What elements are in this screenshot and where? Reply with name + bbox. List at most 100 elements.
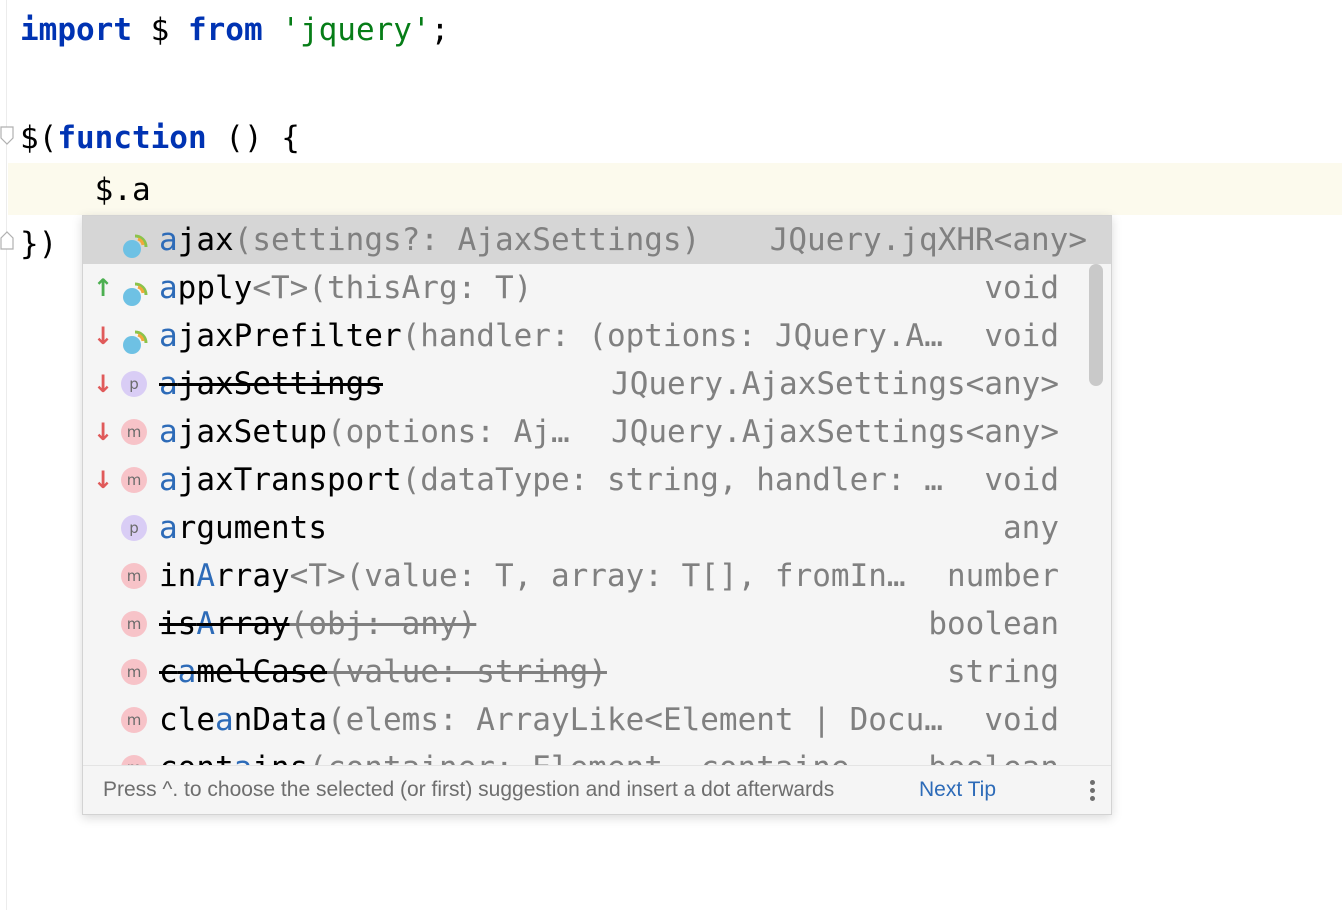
completion-item-type: any — [1003, 510, 1059, 546]
method-icon: m — [121, 419, 147, 445]
name-part: in — [159, 558, 197, 594]
completion-item-name: ajaxSettings — [159, 360, 383, 408]
name-part: jax — [177, 222, 234, 258]
code-line[interactable]: $.a — [20, 164, 151, 216]
completion-list[interactable]: ajax(settings?: AjaxSettings) JQuery.jqXH… — [83, 216, 1111, 768]
function-icon — [121, 227, 148, 258]
name-part: nData — [233, 702, 327, 738]
code-token: }) — [20, 226, 58, 262]
completion-item-name: cleanData(elems: ArrayLike<Element | Doc… — [159, 696, 943, 744]
completion-item[interactable]: ↑ apply<T>(thisArg: T) void — [83, 264, 1111, 312]
completion-item[interactable]: ↓ m ajaxSetup(options: Aj… JQuery.AjaxSetti… — [83, 408, 1111, 456]
completion-item-type: void — [984, 702, 1059, 738]
matched-prefix: a — [159, 366, 178, 402]
method-icon: m — [121, 563, 147, 589]
more-options-icon[interactable] — [1085, 778, 1099, 804]
matched-prefix: a — [215, 702, 234, 738]
completion-item-name: arguments — [159, 504, 327, 552]
method-icon: m — [121, 611, 147, 637]
name-part: c — [159, 654, 178, 690]
code-token: $.a — [20, 172, 151, 208]
completion-item-type: string — [947, 654, 1059, 690]
completion-item-type: boolean — [928, 606, 1059, 642]
completion-item[interactable]: m camelCase(value: string) string — [83, 648, 1111, 696]
name-part: jaxPrefilter — [177, 318, 402, 354]
completion-item[interactable]: m cleanData(elems: ArrayLike<Element | Do… — [83, 696, 1111, 744]
name-part: jaxTransport — [177, 462, 402, 498]
matched-prefix: a — [159, 462, 178, 498]
completion-item-type: JQuery.AjaxSettings<any> — [611, 366, 1059, 402]
property-icon: p — [121, 515, 147, 541]
completion-item-signature: <T>(thisArg: T) — [252, 270, 533, 306]
name-part: cle — [159, 702, 215, 738]
completion-item-signature: (dataType: string, handler: … — [401, 462, 943, 498]
completion-item[interactable]: ↓ p ajaxSettings JQuery.AjaxSettings<any> — [83, 360, 1111, 408]
priority-down-icon: ↓ — [93, 370, 114, 398]
completion-item-type: number — [947, 558, 1059, 594]
completion-item-signature: (settings?: AjaxSettings) — [233, 222, 701, 258]
priority-down-icon: ↓ — [93, 322, 114, 350]
priority-up-icon: ↑ — [93, 274, 114, 302]
code-line[interactable]: }) — [20, 218, 57, 270]
code-token: $( — [20, 120, 58, 156]
completion-item-signature: (value: string) — [327, 654, 607, 690]
completion-item-name: ajaxPrefilter(handler: (options: JQuery.… — [159, 312, 943, 360]
completion-item-name: ajaxSetup(options: Aj… — [159, 408, 570, 456]
fold-end-marker-icon[interactable] — [0, 230, 14, 250]
current-line-highlight — [8, 163, 1342, 215]
completion-item[interactable]: m isArray(obj: any) boolean — [83, 600, 1111, 648]
code-line[interactable]: import $ from 'jquery'; — [20, 4, 449, 56]
completion-item[interactable]: ↓ m ajaxTransport(dataType: string, handle… — [83, 456, 1111, 504]
name-part: pply — [177, 270, 253, 306]
completion-item[interactable]: p arguments any — [83, 504, 1111, 552]
matched-prefix: a — [159, 510, 178, 546]
name-part: jaxSetup — [177, 414, 327, 450]
code-token: () { — [206, 120, 300, 156]
keyword-token: function — [57, 120, 207, 156]
matched-prefix: a — [159, 222, 178, 258]
completion-item-signature: (obj: any) — [289, 606, 477, 642]
name-part: melCase — [196, 654, 327, 690]
name-part: rguments — [177, 510, 327, 546]
matched-prefix: A — [196, 558, 215, 594]
fold-marker-icon[interactable] — [0, 126, 14, 145]
completion-item[interactable]: ajax(settings?: AjaxSettings) JQuery.jqXH… — [83, 216, 1111, 264]
string-token: 'jquery' — [281, 12, 431, 48]
completion-item-type: JQuery.AjaxSettings<any> — [611, 414, 1059, 450]
completion-item-type: JQuery.jqXHR<any> — [769, 222, 1087, 258]
completion-item-type: void — [984, 318, 1059, 354]
matched-prefix: a — [159, 318, 178, 354]
priority-down-icon: ↓ — [93, 418, 114, 446]
keyword-token: import — [20, 12, 132, 48]
name-part: rray — [215, 606, 290, 642]
completion-item-type: void — [984, 462, 1059, 498]
method-icon: m — [121, 659, 147, 685]
matched-prefix: A — [196, 606, 215, 642]
function-icon — [121, 323, 148, 354]
keyword-token: from — [187, 12, 263, 48]
completion-item-name: ajaxTransport(dataType: string, handler:… — [159, 456, 943, 504]
completion-item-signature: (handler: (options: JQuery.A… — [401, 318, 943, 354]
code-line[interactable]: $(function () { — [20, 112, 300, 164]
next-tip-link[interactable]: Next Tip — [919, 766, 996, 814]
completion-item[interactable]: ↓ ajaxPrefilter(handler: (options: JQuery… — [83, 312, 1111, 360]
completion-item-signature: <T>(value: T, array: T[], fromIn… — [289, 558, 906, 594]
completion-footer: Press ^. to choose the selected (or firs… — [83, 765, 1111, 814]
code-token: $ — [131, 12, 188, 48]
completion-item[interactable]: m inArray<T>(value: T, array: T[], fromIn… — [83, 552, 1111, 600]
method-icon: m — [121, 707, 147, 733]
matched-prefix: a — [159, 270, 178, 306]
completion-item-type: void — [984, 270, 1059, 306]
completion-item-signature: (options: Aj… — [326, 414, 570, 450]
name-part: is — [159, 606, 197, 642]
completion-tip-text: Press ^. to choose the selected (or firs… — [103, 778, 835, 801]
completion-item-name: isArray(obj: any) — [159, 600, 476, 648]
completion-scrollbar-thumb[interactable] — [1089, 264, 1103, 386]
completion-item-name: camelCase(value: string) — [159, 648, 607, 696]
code-token: ; — [430, 12, 450, 48]
priority-down-icon: ↓ — [93, 466, 114, 494]
completion-item-name: inArray<T>(value: T, array: T[], fromIn… — [159, 552, 906, 600]
matched-prefix: a — [177, 654, 197, 690]
method-icon: m — [121, 467, 147, 493]
